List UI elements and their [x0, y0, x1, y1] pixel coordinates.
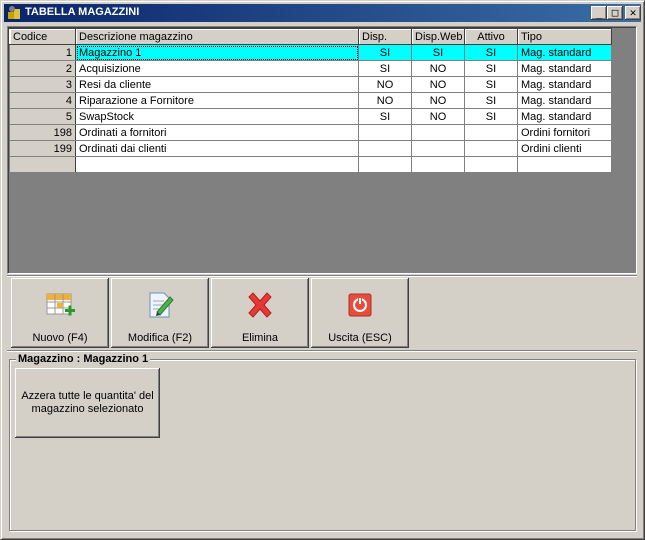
delete-icon: [248, 292, 272, 318]
table-row[interactable]: 3 Resi da cliente NO NO SI Mag. standard: [9, 76, 612, 93]
table-header-row: Codice Descrizione magazzino Disp. Disp.…: [9, 28, 612, 45]
column-header-disp-web[interactable]: Disp.Web: [411, 28, 465, 45]
cell-disp[interactable]: SI: [358, 44, 412, 61]
cell-disp[interactable]: SI: [358, 108, 412, 125]
maximize-button[interactable]: □: [607, 6, 623, 20]
cell-tipo[interactable]: Ordini fornitori: [517, 124, 612, 141]
grid-separator: [7, 275, 637, 277]
cell-tipo[interactable]: Mag. standard: [517, 76, 612, 93]
cell-disp-web[interactable]: [411, 124, 465, 141]
groupbox-legend: Magazzino : Magazzino 1: [16, 353, 151, 365]
cell-codice[interactable]: 4: [9, 92, 76, 109]
warehouse-table[interactable]: Codice Descrizione magazzino Disp. Disp.…: [9, 28, 612, 173]
edit-icon: [149, 292, 174, 318]
cell-descrizione[interactable]: Ordinati a fornitori: [75, 124, 359, 141]
cell-disp[interactable]: NO: [358, 76, 412, 93]
cell-tipo[interactable]: Mag. standard: [517, 108, 612, 125]
title-bar[interactable]: TABELLA MAGAZZINI _ □ ✕: [4, 4, 641, 22]
table-row[interactable]: 1 Magazzino 1 SI SI SI Mag. standard: [9, 44, 612, 61]
uscita-button[interactable]: Uscita (ESC): [311, 278, 409, 348]
cell-codice[interactable]: 5: [9, 108, 76, 125]
new-record-icon: [46, 293, 75, 316]
cell-tipo[interactable]: Mag. standard: [517, 44, 612, 61]
cell-descrizione[interactable]: Magazzino 1: [75, 44, 359, 61]
cell-disp-web[interactable]: [411, 156, 465, 173]
cell-descrizione[interactable]: SwapStock: [75, 108, 359, 125]
uscita-label: Uscita (ESC): [328, 332, 392, 344]
app-window: TABELLA MAGAZZINI _ □ ✕ Codice Descrizio…: [0, 0, 645, 540]
nuovo-label: Nuovo (F4): [32, 332, 88, 344]
cell-codice[interactable]: [9, 156, 76, 173]
elimina-label: Elimina: [241, 332, 279, 344]
cell-disp[interactable]: [358, 156, 412, 173]
cell-descrizione[interactable]: Ordinati dai clienti: [75, 140, 359, 157]
table-row[interactable]: 4 Riparazione a Fornitore NO NO SI Mag. stand…: [9, 92, 612, 109]
cell-disp-web[interactable]: [411, 140, 465, 157]
modifica-button[interactable]: Modifica (F2): [111, 278, 209, 348]
cell-tipo[interactable]: Mag. standard: [517, 92, 612, 109]
cell-codice[interactable]: 2: [9, 60, 76, 77]
toolbar: Nuovo (F4) Modifica (F2) Elimina Uscita …: [9, 278, 637, 350]
cell-attivo[interactable]: SI: [464, 76, 518, 93]
column-header-tipo[interactable]: Tipo: [517, 28, 612, 45]
column-header-codice[interactable]: Codice: [9, 28, 76, 45]
table-row[interactable]: 198 Ordinati a fornitori Ordini fornitori: [9, 124, 612, 141]
cell-descrizione[interactable]: Resi da cliente: [75, 76, 359, 93]
reset-quantities-button[interactable]: Azzera tutte le quantita' del magazzino …: [15, 368, 160, 438]
cell-attivo[interactable]: SI: [464, 60, 518, 77]
modifica-label: Modifica (F2): [127, 332, 193, 344]
cell-tipo[interactable]: Mag. standard: [517, 60, 612, 77]
cell-disp[interactable]: [358, 140, 412, 157]
table-row[interactable]: 2 Acquisizione SI NO SI Mag. standard: [9, 60, 612, 77]
nuovo-button[interactable]: Nuovo (F4): [11, 278, 109, 348]
table-row[interactable]: 5 SwapStock SI NO SI Mag. standard: [9, 108, 612, 125]
cell-disp-web[interactable]: NO: [411, 92, 465, 109]
cell-disp-web[interactable]: NO: [411, 108, 465, 125]
cell-tipo[interactable]: [517, 156, 612, 173]
cell-disp[interactable]: [358, 124, 412, 141]
minimize-button[interactable]: _: [591, 6, 607, 20]
cell-disp[interactable]: NO: [358, 92, 412, 109]
cell-tipo[interactable]: Ordini clienti: [517, 140, 612, 157]
cell-codice[interactable]: 3: [9, 76, 76, 93]
table-row[interactable]: 199 Ordinati dai clienti Ordini clienti: [9, 140, 612, 157]
window-title: TABELLA MAGAZZINI: [25, 6, 140, 18]
cell-attivo[interactable]: SI: [464, 92, 518, 109]
cell-disp[interactable]: SI: [358, 60, 412, 77]
elimina-button[interactable]: Elimina: [211, 278, 309, 348]
cell-descrizione[interactable]: [75, 156, 359, 173]
column-header-attivo[interactable]: Attivo: [464, 28, 518, 45]
cell-attivo[interactable]: [464, 156, 518, 173]
exit-icon: [348, 293, 372, 317]
column-header-disp[interactable]: Disp.: [358, 28, 412, 45]
cell-codice[interactable]: 198: [9, 124, 76, 141]
cell-attivo[interactable]: [464, 124, 518, 141]
cell-disp-web[interactable]: NO: [411, 60, 465, 77]
cell-codice[interactable]: 1: [9, 44, 76, 61]
warehouse-grid-area[interactable]: Codice Descrizione magazzino Disp. Disp.…: [7, 26, 637, 274]
app-icon: [8, 6, 20, 19]
table-row-empty[interactable]: [9, 156, 612, 173]
cell-descrizione[interactable]: Acquisizione: [75, 60, 359, 77]
cell-disp-web[interactable]: SI: [411, 44, 465, 61]
warehouse-groupbox: Magazzino : Magazzino 1 Azzera tutte le …: [9, 353, 636, 531]
cell-descrizione[interactable]: Riparazione a Fornitore: [75, 92, 359, 109]
close-button[interactable]: ✕: [625, 6, 641, 20]
cell-codice[interactable]: 199: [9, 140, 76, 157]
column-header-descrizione[interactable]: Descrizione magazzino: [75, 28, 359, 45]
cell-attivo[interactable]: SI: [464, 44, 518, 61]
toolbar-separator: [7, 350, 637, 352]
cell-disp-web[interactable]: NO: [411, 76, 465, 93]
cell-attivo[interactable]: [464, 140, 518, 157]
cell-attivo[interactable]: SI: [464, 108, 518, 125]
